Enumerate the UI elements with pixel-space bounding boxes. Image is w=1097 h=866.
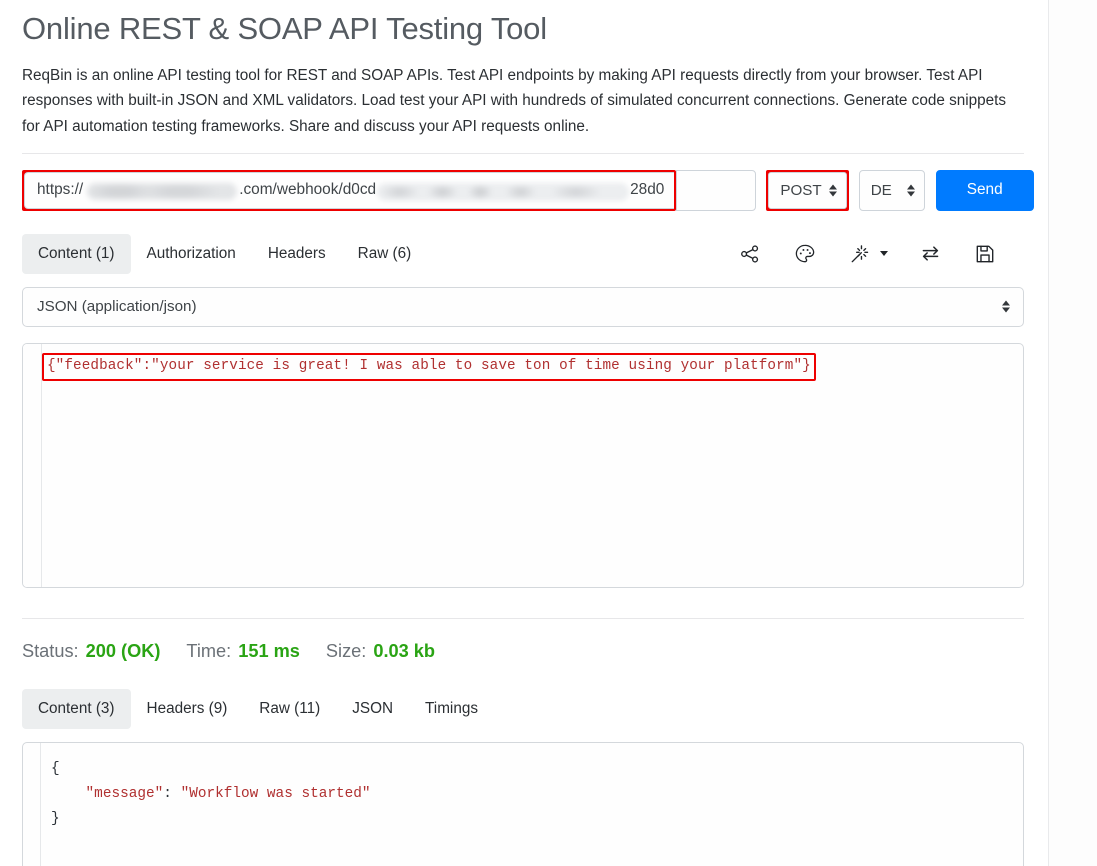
response-body-box[interactable]: { "message": "Workflow was started" } <box>22 742 1024 866</box>
chevron-updown-icon <box>907 183 916 198</box>
response-line-close: } <box>51 811 60 827</box>
url-token-tail: 28d0 <box>630 181 664 199</box>
response-key: "message" <box>86 786 164 802</box>
send-button[interactable]: Send <box>936 170 1034 211</box>
response-colon: : <box>163 786 180 802</box>
request-tabs: Content (1) Authorization Headers Raw (6… <box>22 234 427 275</box>
language-select[interactable]: DE <box>859 170 925 211</box>
response-line-open: { <box>51 761 60 777</box>
header-divider <box>22 153 1024 154</box>
chevron-down-icon <box>880 251 888 256</box>
tab-request-raw[interactable]: Raw (6) <box>342 234 428 275</box>
response-status-line: Status: 200 (OK) Time: 151 ms Size: 0.03… <box>22 641 1024 662</box>
request-body-text: {"feedback":"your service is great! I wa… <box>47 356 811 377</box>
swap-arrows-icon[interactable] <box>917 241 943 267</box>
tab-response-headers[interactable]: Headers (9) <box>131 689 244 730</box>
tab-request-headers[interactable]: Headers <box>252 234 342 275</box>
tab-response-raw[interactable]: Raw (11) <box>243 689 336 730</box>
url-scheme: https:// <box>37 181 83 199</box>
url-annotation-box: https:// .com/webhook/d0cd 28d0 <box>22 170 676 211</box>
tab-request-content[interactable]: Content (1) <box>22 234 131 275</box>
page-description: ReqBin is an online API testing tool for… <box>22 63 1008 139</box>
editor-gutter <box>23 344 42 587</box>
url-redacted-host <box>87 183 237 200</box>
response-tabs: Content (3) Headers (9) Raw (11) JSON Ti… <box>22 689 494 730</box>
response-gutter <box>23 743 41 866</box>
page-title: Online REST & SOAP API Testing Tool <box>22 10 1024 49</box>
palette-icon[interactable] <box>792 241 818 267</box>
request-body-annotation-box: {"feedback":"your service is great! I wa… <box>42 353 816 381</box>
request-body-editor[interactable]: {"feedback":"your service is great! I wa… <box>22 343 1024 588</box>
request-tabbar: Content (1) Authorization Headers Raw (6… <box>22 233 1024 275</box>
url-path: .com/webhook/d0cd <box>239 181 376 199</box>
method-select[interactable]: POST <box>768 172 846 209</box>
response-tabbar: Content (3) Headers (9) Raw (11) JSON Ti… <box>22 688 1024 730</box>
chevron-updown-icon <box>1001 299 1010 314</box>
size-label: Size: <box>326 641 366 662</box>
url-extra-field[interactable] <box>676 170 756 211</box>
chevron-updown-icon <box>829 183 838 198</box>
status-value: 200 (OK) <box>86 641 161 662</box>
response-body-code: { "message": "Workflow was started" } <box>23 743 1023 832</box>
magic-wand-dropdown[interactable] <box>847 241 888 267</box>
tab-response-timings[interactable]: Timings <box>409 689 494 730</box>
tab-response-content[interactable]: Content (3) <box>22 689 131 730</box>
response-value: "Workflow was started" <box>181 786 371 802</box>
time-label: Time: <box>186 641 231 662</box>
save-disk-icon[interactable] <box>972 241 998 267</box>
url-input[interactable]: https:// .com/webhook/d0cd 28d0 <box>24 172 674 209</box>
main-panel: Online REST & SOAP API Testing Tool ReqB… <box>0 0 1048 866</box>
request-bar: https://.com/webhook/d0cd28d0 POST DE Se… <box>22 170 1024 211</box>
magic-wand-icon <box>847 241 873 267</box>
url-redacted-token <box>377 183 629 201</box>
size-value: 0.03 kb <box>373 641 435 662</box>
time-value: 151 ms <box>238 641 300 662</box>
response-divider <box>22 618 1024 619</box>
tab-request-authorization[interactable]: Authorization <box>131 234 252 275</box>
page-right-border <box>1048 0 1049 866</box>
method-select-value: POST <box>780 182 821 199</box>
language-select-value: DE <box>871 182 892 199</box>
content-type-select[interactable]: JSON (application/json) <box>22 287 1024 327</box>
method-annotation-box: POST <box>766 170 848 211</box>
share-icon[interactable] <box>737 241 763 267</box>
request-toolbar <box>737 241 1024 267</box>
app-root: Online REST & SOAP API Testing Tool ReqB… <box>0 0 1097 866</box>
tab-response-json[interactable]: JSON <box>336 689 409 730</box>
status-label: Status: <box>22 641 79 662</box>
content-type-value: JSON (application/json) <box>37 298 197 315</box>
